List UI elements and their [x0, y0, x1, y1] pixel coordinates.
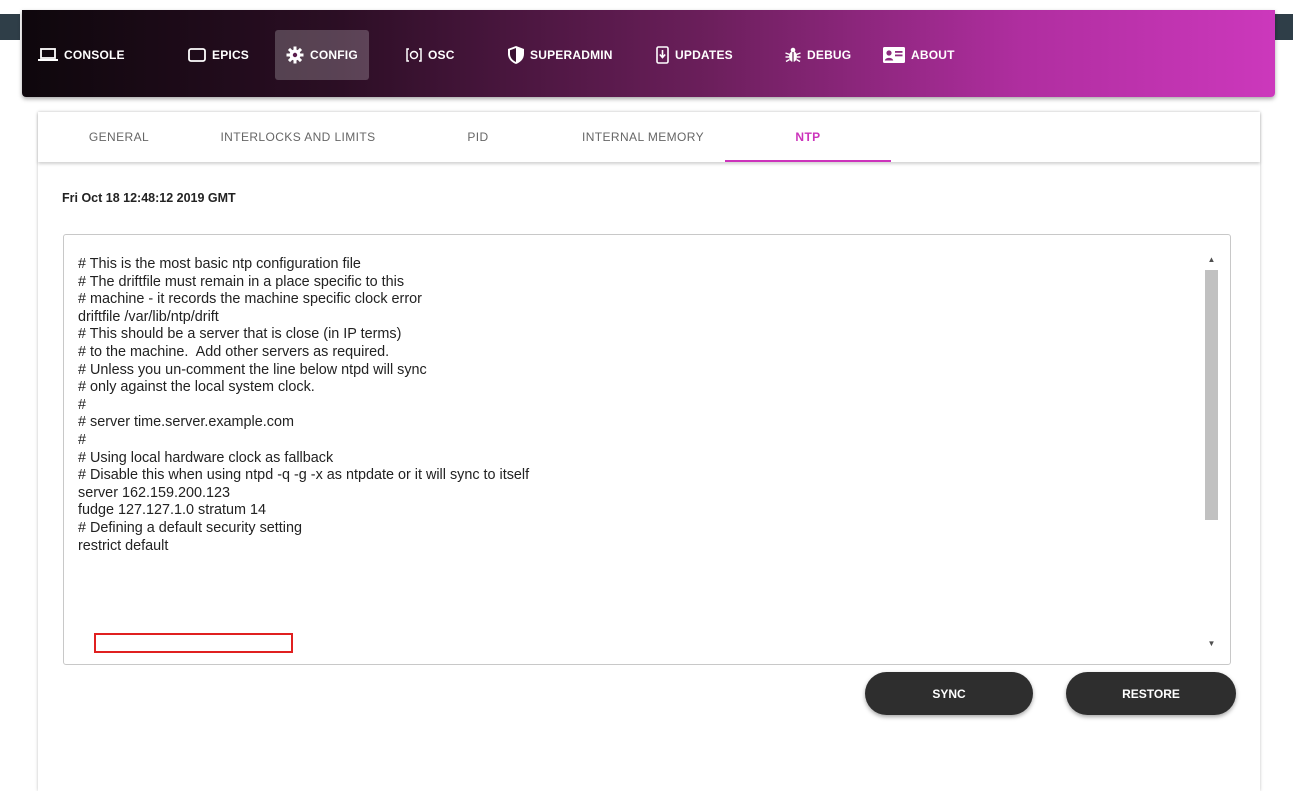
download-phone-icon: [656, 46, 669, 64]
oscilloscope-icon: [406, 47, 422, 63]
tab-interlocks-and-limits[interactable]: INTERLOCKS AND LIMITS: [200, 112, 396, 162]
scroll-up-arrow-icon[interactable]: ▲: [1203, 251, 1220, 268]
sync-button[interactable]: SYNC: [865, 672, 1033, 715]
shield-icon: [508, 46, 524, 64]
nav-console-label: CONSOLE: [64, 48, 125, 62]
nav-about[interactable]: ABOUT: [883, 30, 955, 80]
tablet-icon: [188, 48, 206, 62]
nav-config[interactable]: CONFIG: [275, 30, 369, 80]
top-navbar: CONSOLE EPICS CONFIG OSC SUPERADMIN UPDA…: [22, 10, 1275, 97]
nav-console[interactable]: CONSOLE: [38, 30, 125, 80]
nav-debug[interactable]: DEBUG: [785, 30, 851, 80]
editor-scrollbar[interactable]: ▲ ▼: [1203, 251, 1220, 652]
config-panel: GENERAL INTERLOCKS AND LIMITS PID INTERN…: [38, 112, 1260, 791]
config-tabs: GENERAL INTERLOCKS AND LIMITS PID INTERN…: [38, 112, 1260, 162]
tab-pid[interactable]: PID: [418, 112, 538, 162]
tab-ntp[interactable]: NTP: [725, 112, 891, 162]
server-line-highlight: [94, 633, 293, 653]
laptop-icon: [38, 48, 58, 62]
nav-epics-label: EPICS: [212, 48, 250, 62]
contact-card-icon: [883, 47, 905, 63]
gear-icon: [286, 46, 304, 64]
nav-osc[interactable]: OSC: [406, 30, 455, 80]
nav-updates-label: UPDATES: [675, 48, 733, 62]
nav-superadmin-label: SUPERADMIN: [530, 48, 613, 62]
tab-general[interactable]: GENERAL: [62, 112, 176, 162]
tab-internal-memory[interactable]: INTERNAL MEMORY: [560, 112, 726, 162]
ntp-config-editor[interactable]: # This is the most basic ntp configurati…: [63, 234, 1231, 665]
nav-config-label: CONFIG: [310, 48, 358, 62]
restore-button[interactable]: RESTORE: [1066, 672, 1236, 715]
background-window-right: [1275, 14, 1293, 40]
background-window-left: [0, 14, 20, 40]
nav-superadmin[interactable]: SUPERADMIN: [508, 30, 613, 80]
nav-epics[interactable]: EPICS: [188, 30, 249, 80]
scrollbar-thumb[interactable]: [1205, 270, 1218, 520]
ntp-config-text[interactable]: # This is the most basic ntp configurati…: [78, 256, 529, 555]
bug-icon: [785, 47, 801, 63]
nav-debug-label: DEBUG: [807, 48, 852, 62]
scroll-down-arrow-icon[interactable]: ▼: [1203, 635, 1220, 652]
current-time: Fri Oct 18 12:48:12 2019 GMT: [62, 191, 236, 205]
nav-about-label: ABOUT: [911, 48, 955, 62]
nav-updates[interactable]: UPDATES: [656, 30, 733, 80]
nav-osc-label: OSC: [428, 48, 455, 62]
